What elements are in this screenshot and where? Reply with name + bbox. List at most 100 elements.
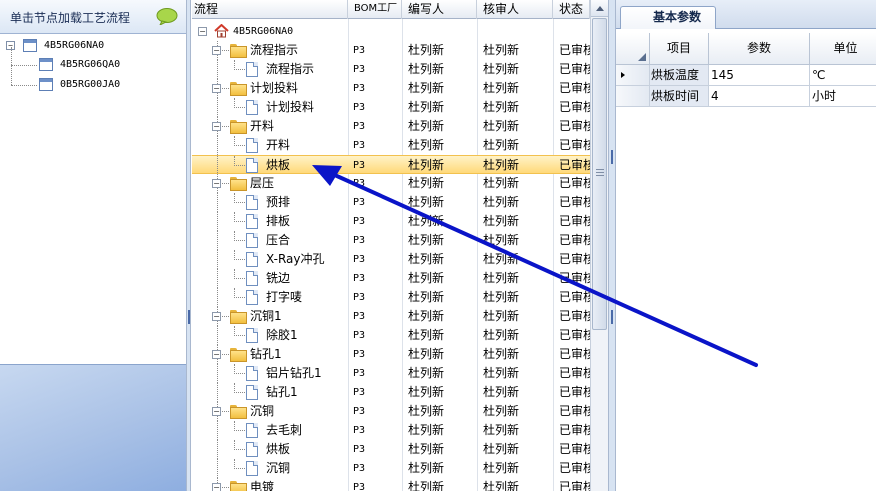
bom-plant-cell: P3 bbox=[353, 444, 366, 455]
table-row[interactable]: X-Ray冲孔 P3 杜列新 杜列新 已审核 bbox=[192, 250, 590, 269]
tree-connector bbox=[217, 364, 218, 383]
status-cell: 已审核 bbox=[559, 252, 590, 266]
column-header-bom-plant[interactable]: BOM工厂 bbox=[348, 0, 402, 19]
table-row-group[interactable]: − 层压 P3 杜列新 杜列新 已审核 bbox=[192, 174, 590, 193]
reviewer-cell: 杜列新 bbox=[483, 461, 520, 475]
left-panel-footer bbox=[0, 364, 186, 491]
status-cell: 已审核 bbox=[559, 385, 590, 399]
grid-header: 流程 BOM工厂 编写人 核审人 状态 bbox=[192, 0, 590, 19]
table-row-group[interactable]: − 沉铜1 P3 杜列新 杜列新 已审核 bbox=[192, 307, 590, 326]
table-row[interactable]: 沉铜 P3 杜列新 杜列新 已审核 bbox=[192, 459, 590, 478]
tree-node-root[interactable]: − 4B5RG06NA0 bbox=[0, 37, 186, 55]
collapse-toggle-icon[interactable]: − bbox=[212, 483, 221, 491]
param-row[interactable]: 烘板温度 145 ℃ bbox=[616, 65, 876, 86]
folder-icon bbox=[230, 44, 247, 58]
status-cell: 已审核 bbox=[559, 233, 590, 247]
table-row[interactable]: 除胶1 P3 杜列新 杜列新 已审核 bbox=[192, 326, 590, 345]
process-name: 去毛刺 bbox=[266, 423, 303, 437]
table-row-group[interactable]: − 开料 P3 杜列新 杜列新 已审核 bbox=[192, 117, 590, 136]
scroll-thumb[interactable] bbox=[592, 18, 607, 330]
table-row[interactable]: 烘板 P3 杜列新 杜列新 已审核 bbox=[192, 440, 590, 459]
collapse-toggle-icon[interactable]: − bbox=[212, 84, 221, 93]
scroll-up-button[interactable] bbox=[591, 0, 608, 17]
tree-node-child[interactable]: 0B5RG00JA0 bbox=[0, 76, 186, 94]
table-row-group[interactable]: − 沉铜 P3 杜列新 杜列新 已审核 bbox=[192, 402, 590, 421]
vertical-scrollbar[interactable] bbox=[590, 0, 608, 491]
table-row-root[interactable]: − 4B5RG06NA0 bbox=[192, 22, 590, 41]
table-row[interactable]: 排板 P3 杜列新 杜列新 已审核 bbox=[192, 212, 590, 231]
status-cell: 已审核 bbox=[559, 81, 590, 95]
param-value-cell[interactable]: 145 bbox=[709, 65, 810, 86]
tab-basic-params[interactable]: 基本参数 bbox=[620, 6, 716, 29]
column-header-value[interactable]: 参数 bbox=[709, 33, 810, 65]
bom-plant-cell: P3 bbox=[353, 121, 366, 132]
tree-connector bbox=[234, 98, 235, 108]
writer-cell: 杜列新 bbox=[408, 100, 445, 114]
process-name: 开料 bbox=[250, 119, 275, 133]
table-row[interactable]: 流程指示 P3 杜列新 杜列新 已审核 bbox=[192, 60, 590, 79]
tree-connector bbox=[217, 193, 218, 212]
right-splitter[interactable] bbox=[608, 0, 616, 491]
document-icon bbox=[246, 214, 258, 229]
table-row[interactable]: 压合 P3 杜列新 杜列新 已审核 bbox=[192, 231, 590, 250]
param-item-cell[interactable]: 烘板温度 bbox=[650, 65, 709, 86]
writer-cell: 杜列新 bbox=[408, 347, 445, 361]
collapse-toggle-icon[interactable]: − bbox=[212, 350, 221, 359]
column-header-process[interactable]: 流程 bbox=[192, 0, 348, 19]
column-header-reviewer[interactable]: 核审人 bbox=[477, 0, 553, 19]
table-row-group[interactable]: − 计划投料 P3 杜列新 杜列新 已审核 bbox=[192, 79, 590, 98]
row-header[interactable] bbox=[616, 65, 650, 86]
tree-node-child[interactable]: 4B5RG06QA0 bbox=[0, 56, 186, 74]
row-header[interactable] bbox=[616, 86, 650, 107]
bom-plant-cell: P3 bbox=[353, 160, 366, 171]
collapse-toggle-icon[interactable]: − bbox=[212, 407, 221, 416]
param-value-cell[interactable]: 4 bbox=[709, 86, 810, 107]
column-header-unit[interactable]: 单位 bbox=[810, 33, 876, 65]
reviewer-cell: 杜列新 bbox=[483, 214, 520, 228]
document-icon bbox=[246, 366, 258, 381]
column-header-writer[interactable]: 编写人 bbox=[402, 0, 477, 19]
tree-connector bbox=[217, 421, 218, 440]
param-row[interactable]: 烘板时间 4 小时 bbox=[616, 86, 876, 107]
document-icon bbox=[39, 78, 53, 91]
tree-connector bbox=[234, 383, 235, 393]
tree-node-label: 4B5RG06QA0 bbox=[60, 59, 121, 70]
table-row[interactable]: 打字唛 P3 杜列新 杜列新 已审核 bbox=[192, 288, 590, 307]
collapse-toggle-icon[interactable]: − bbox=[212, 46, 221, 55]
table-row[interactable]: 烘板 P3 杜列新 杜列新 已审核 bbox=[192, 155, 590, 175]
collapse-toggle-icon[interactable]: − bbox=[212, 179, 221, 188]
table-row[interactable]: 铣边 P3 杜列新 杜列新 已审核 bbox=[192, 269, 590, 288]
column-header-status[interactable]: 状态 bbox=[553, 0, 590, 19]
process-name: 流程指示 bbox=[250, 43, 299, 57]
status-cell: 已审核 bbox=[559, 195, 590, 209]
status-cell: 已审核 bbox=[559, 366, 590, 380]
collapse-toggle-icon[interactable]: − bbox=[198, 27, 207, 36]
table-row[interactable]: 铝片钻孔1 P3 杜列新 杜列新 已审核 bbox=[192, 364, 590, 383]
process-name: 沉铜 bbox=[266, 461, 291, 475]
status-cell: 已审核 bbox=[559, 328, 590, 342]
current-row-pointer-icon bbox=[621, 72, 625, 78]
process-name: 打字唛 bbox=[266, 290, 303, 304]
select-all-corner[interactable] bbox=[616, 33, 650, 65]
table-row-group[interactable]: − 流程指示 P3 杜列新 杜列新 已审核 bbox=[192, 41, 590, 60]
table-row[interactable]: 去毛刺 P3 杜列新 杜列新 已审核 bbox=[192, 421, 590, 440]
param-unit-cell[interactable]: ℃ bbox=[810, 65, 876, 86]
table-row-group[interactable]: − 钻孔1 P3 杜列新 杜列新 已审核 bbox=[192, 345, 590, 364]
table-row[interactable]: 计划投料 P3 杜列新 杜列新 已审核 bbox=[192, 98, 590, 117]
process-name: 除胶1 bbox=[266, 328, 298, 342]
param-unit-cell[interactable]: 小时 bbox=[810, 86, 876, 107]
document-icon bbox=[246, 423, 258, 438]
left-panel-header: 单击节点加载工艺流程 bbox=[0, 0, 186, 34]
table-row[interactable]: 预排 P3 杜列新 杜列新 已审核 bbox=[192, 193, 590, 212]
collapse-toggle-icon[interactable]: − bbox=[212, 122, 221, 131]
reviewer-cell: 杜列新 bbox=[483, 480, 520, 491]
left-splitter[interactable] bbox=[186, 0, 191, 491]
folder-icon bbox=[230, 120, 247, 134]
table-row-group[interactable]: − 电镀 P3 杜列新 杜列新 已审核 bbox=[192, 478, 590, 491]
tree-connector bbox=[222, 411, 229, 412]
table-row[interactable]: 开料 P3 杜列新 杜列新 已审核 bbox=[192, 136, 590, 155]
column-header-item[interactable]: 项目 bbox=[650, 33, 709, 65]
param-item-cell[interactable]: 烘板时间 bbox=[650, 86, 709, 107]
collapse-toggle-icon[interactable]: − bbox=[212, 312, 221, 321]
table-row[interactable]: 钻孔1 P3 杜列新 杜列新 已审核 bbox=[192, 383, 590, 402]
